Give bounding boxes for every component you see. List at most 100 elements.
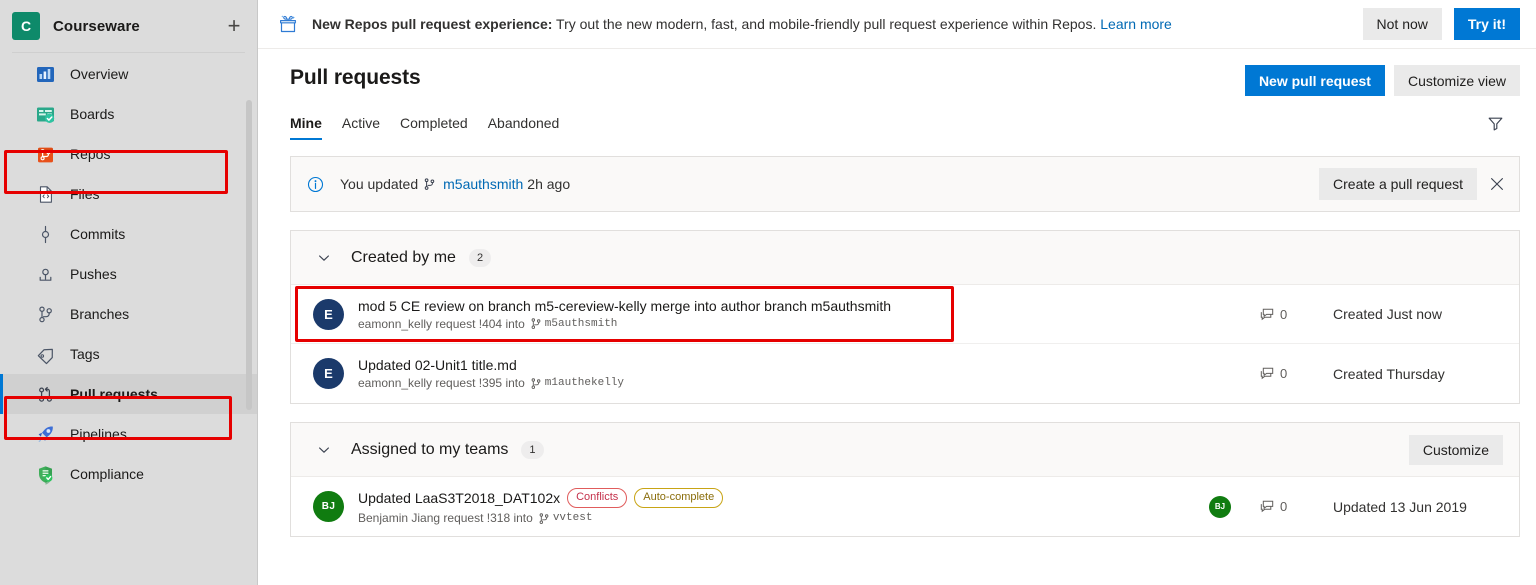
not-now-button[interactable]: Not now (1362, 8, 1442, 40)
sidebar-item-boards[interactable]: Boards (0, 94, 257, 134)
pull-request-info: Updated LaaS3T2018_DAT102x Conflicts Aut… (358, 488, 1191, 525)
banner-text: New Repos pull request experience: Try o… (312, 15, 1351, 33)
pr-request-id: request !318 into (443, 511, 533, 525)
pull-request-meta: 0 Created Just now (1201, 306, 1503, 322)
sidebar-item-pull-requests[interactable]: Pull requests (0, 374, 257, 414)
pull-request-subtitle: eamonn_kelly request !404 into m5authsmi… (358, 317, 1201, 331)
pull-request-title[interactable]: Updated 02-Unit1 title.md (358, 357, 517, 373)
branch-icon (530, 317, 542, 330)
sidebar-item-label: Overview (70, 66, 129, 82)
pull-request-date: Created Just now (1333, 306, 1442, 322)
project-header[interactable]: C Courseware + (0, 0, 257, 52)
pull-request-title[interactable]: Updated LaaS3T2018_DAT102x (358, 490, 560, 506)
sidebar-scrollbar[interactable] (246, 100, 252, 410)
banner-body-text: Try out the new modern, fast, and mobile… (552, 16, 1101, 32)
update-time: 2h ago (527, 176, 571, 192)
group-header[interactable]: Assigned to my teams 1 Customize (291, 423, 1519, 477)
branches-icon (34, 303, 56, 325)
sidebar-item-label: Commits (70, 226, 126, 242)
main-content: New Repos pull request experience: Try o… (258, 0, 1536, 585)
table-row[interactable]: E Updated 02-Unit1 title.md eamonn_kelly… (291, 344, 1519, 403)
learn-more-link[interactable]: Learn more (1100, 16, 1172, 32)
customize-view-button[interactable]: Customize view (1393, 65, 1520, 96)
app-root: C Courseware + Overview Boards Repos Fil… (0, 0, 1536, 585)
pr-target-branch: m5authsmith (544, 317, 618, 330)
pr-target-branch: vvtest (552, 512, 593, 524)
group-title: Assigned to my teams (351, 440, 509, 458)
comment-count-value: 0 (1280, 306, 1288, 322)
close-icon[interactable] (1481, 168, 1513, 200)
comment-count-value: 0 (1280, 366, 1288, 381)
try-it-button[interactable]: Try it! (1453, 8, 1520, 40)
group-title: Created by me (351, 248, 456, 266)
comment-icon (1259, 366, 1275, 381)
table-row[interactable]: BJ Updated LaaS3T2018_DAT102x Conflicts … (291, 477, 1519, 536)
boards-icon (34, 103, 56, 125)
tab-mine[interactable]: Mine (290, 115, 332, 140)
pull-request-title-line: Updated 02-Unit1 title.md (358, 357, 1201, 373)
feature-banner: New Repos pull request experience: Try o… (258, 0, 1536, 49)
updated-branch-link[interactable]: m5authsmith (443, 176, 523, 192)
sidebar-item-label: Pipelines (70, 426, 127, 442)
comment-count-value: 0 (1280, 499, 1288, 514)
tab-abandoned[interactable]: Abandoned (478, 115, 570, 140)
add-project-icon[interactable]: + (221, 13, 247, 39)
pr-author: eamonn_kelly (358, 316, 433, 331)
sidebar-item-tags[interactable]: Tags (0, 334, 257, 374)
group-header[interactable]: Created by me 2 (291, 231, 1519, 285)
pull-request-info: mod 5 CE review on branch m5-cereview-ke… (358, 298, 1201, 331)
pr-author: eamonn_kelly (358, 376, 433, 390)
sidebar-item-commits[interactable]: Commits (0, 214, 257, 254)
sidebar-item-compliance[interactable]: Compliance (0, 454, 257, 494)
filter-icon[interactable] (1480, 108, 1510, 138)
new-feature-gift-icon (276, 13, 300, 35)
sidebar-item-pushes[interactable]: Pushes (0, 254, 257, 294)
new-pull-request-button[interactable]: New pull request (1244, 65, 1385, 96)
pull-request-title[interactable]: mod 5 CE review on branch m5-cereview-ke… (358, 298, 891, 314)
overview-icon (34, 63, 56, 85)
branch-icon (538, 512, 550, 525)
project-logo: C (12, 12, 40, 40)
sidebar-item-label: Boards (70, 106, 115, 122)
update-notification-text: You updated m5authsmith 2h ago (340, 176, 1319, 192)
pull-request-meta: BJ 0 Updated 13 Jun 2019 (1191, 495, 1503, 518)
sidebar-item-files[interactable]: Files (0, 174, 257, 214)
sidebar-nav: Overview Boards Repos Files Commits Push… (0, 53, 257, 494)
group-count-badge: 2 (468, 248, 492, 267)
sidebar-item-label: Files (70, 186, 100, 202)
comment-count: 0 (1259, 366, 1333, 381)
customize-button[interactable]: Customize (1408, 434, 1503, 465)
sidebar-item-label: Pushes (70, 266, 117, 282)
group-count-badge: 1 (521, 440, 544, 459)
sidebar-item-label: Branches (70, 306, 130, 322)
comment-icon (1259, 499, 1275, 514)
chevron-down-icon[interactable] (313, 247, 335, 269)
update-prefix: You updated (340, 176, 419, 192)
tags-icon (34, 343, 56, 365)
sidebar-item-branches[interactable]: Branches (0, 294, 257, 334)
sidebar-item-pipelines[interactable]: Pipelines (0, 414, 257, 454)
table-row[interactable]: E mod 5 CE review on branch m5-cereview-… (291, 285, 1519, 344)
sidebar: C Courseware + Overview Boards Repos Fil… (0, 0, 258, 585)
page-title: Pull requests (290, 66, 421, 89)
group-assigned-to-my-teams: Assigned to my teams 1 Customize BJ Upda… (290, 422, 1520, 537)
pr-request-id: request !395 into (435, 376, 525, 390)
tab-active[interactable]: Active (332, 115, 390, 140)
pr-request-id: request !404 into (435, 316, 525, 331)
comment-count: 0 (1259, 307, 1333, 322)
avatar: E (313, 298, 344, 330)
sidebar-item-overview[interactable]: Overview (0, 54, 257, 94)
chevron-down-icon[interactable] (313, 439, 335, 461)
pushes-icon (34, 263, 56, 285)
tab-completed[interactable]: Completed (390, 115, 478, 140)
create-pull-request-button[interactable]: Create a pull request (1319, 168, 1477, 200)
avatar: E (313, 358, 344, 389)
branch-icon (530, 377, 542, 390)
sidebar-item-label: Tags (70, 346, 100, 362)
reviewer-avatar-group[interactable]: BJ (1191, 495, 1249, 518)
pull-request-title-line: mod 5 CE review on branch m5-cereview-ke… (358, 298, 1201, 314)
branch-icon (423, 177, 436, 191)
reviewer-avatar: BJ (1209, 495, 1231, 518)
banner-bold-text: New Repos pull request experience: (312, 16, 553, 32)
sidebar-item-repos[interactable]: Repos (0, 134, 257, 174)
